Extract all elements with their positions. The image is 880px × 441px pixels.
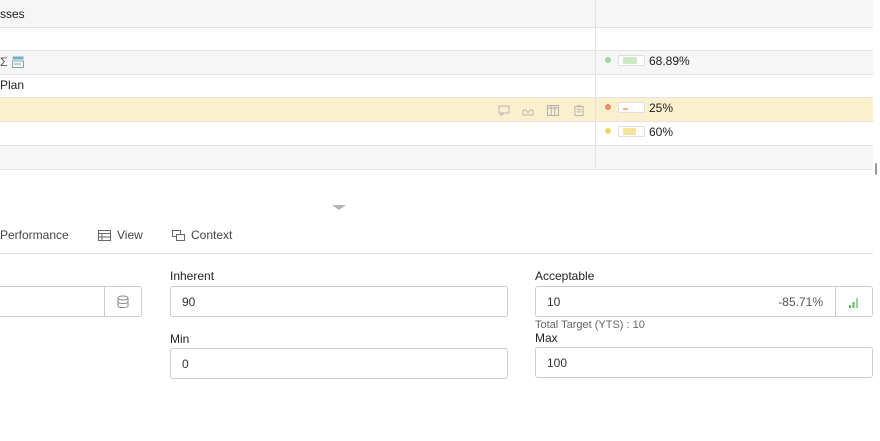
- inherent-value: 90: [182, 295, 196, 309]
- name-cell: [0, 98, 596, 121]
- progress-percent: 68.89%: [649, 54, 690, 68]
- max-field[interactable]: 100: [535, 347, 873, 378]
- progress-fill: [623, 57, 637, 64]
- tab-label: View: [117, 228, 143, 242]
- progress-percent: 25%: [649, 101, 674, 115]
- status-cell: [597, 0, 873, 27]
- progress-bar: [618, 126, 645, 137]
- resize-handle[interactable]: [875, 163, 880, 175]
- name-cell: [0, 28, 596, 50]
- row-label: sses: [0, 7, 25, 21]
- status-indicator: [605, 57, 611, 63]
- progress-percent: 60%: [649, 125, 674, 139]
- context-icon: [172, 229, 185, 241]
- table-row[interactable]: Σ 68.89%: [0, 51, 873, 75]
- form-icon[interactable]: [12, 56, 24, 68]
- variance-percent: -85.71%: [778, 295, 823, 309]
- detail-tabs: Performance View Context: [0, 225, 873, 254]
- tab-performance[interactable]: Performance: [0, 228, 69, 242]
- name-cell: Plan: [0, 75, 596, 97]
- acceptable-field[interactable]: 10 -85.71%: [535, 286, 873, 317]
- name-cell: sses: [0, 0, 596, 27]
- table-row[interactable]: Plan: [0, 75, 873, 98]
- database-button[interactable]: [104, 287, 141, 316]
- clipboard-icon[interactable]: [573, 105, 585, 116]
- max-label: Max: [535, 331, 558, 345]
- status-cell: 68.89%: [597, 51, 873, 74]
- min-value: 0: [182, 357, 189, 371]
- acceptable-label: Acceptable: [535, 269, 595, 283]
- max-value: 100: [547, 356, 568, 370]
- signal-bars-icon: [849, 297, 858, 308]
- tab-view[interactable]: View: [98, 228, 143, 242]
- total-target-note: Total Target (YTS) : 10: [535, 319, 645, 331]
- name-cell: Σ: [0, 51, 596, 74]
- table-row[interactable]: 25%: [0, 98, 873, 122]
- collapse-arrow-icon[interactable]: [332, 205, 346, 210]
- comment-icon[interactable]: [498, 105, 510, 116]
- name-cell: [0, 122, 596, 145]
- columns-icon[interactable]: [547, 105, 559, 116]
- status-cell: 25%: [597, 98, 873, 121]
- progress-fill: [623, 108, 628, 110]
- tab-context[interactable]: Context: [172, 228, 232, 242]
- min-label: Min: [170, 332, 190, 346]
- inherent-label: Inherent: [170, 269, 215, 283]
- tab-label: Context: [191, 228, 233, 242]
- status-indicator: [605, 128, 611, 134]
- database-icon: [117, 295, 128, 308]
- chart-button[interactable]: [835, 287, 872, 316]
- status-cell: 60%: [597, 122, 873, 145]
- status-cell: [597, 146, 873, 169]
- name-cell: [0, 146, 596, 169]
- tab-label: Performance: [0, 228, 69, 242]
- min-field[interactable]: 0: [170, 348, 508, 379]
- table-row[interactable]: [0, 28, 873, 51]
- progress-bar: [618, 55, 645, 66]
- status-cell: [597, 75, 873, 97]
- left-field[interactable]: [0, 286, 142, 317]
- view-icon: [98, 229, 111, 241]
- status-cell: [597, 28, 873, 50]
- row-label: Plan: [0, 78, 25, 92]
- table-row[interactable]: [0, 146, 873, 170]
- inbox-icon[interactable]: [522, 105, 534, 116]
- progress-fill: [623, 128, 636, 135]
- inherent-field[interactable]: 90: [170, 286, 508, 317]
- progress-bar: [618, 102, 645, 113]
- table-row[interactable]: 60%: [0, 122, 873, 146]
- status-indicator: [605, 104, 611, 110]
- table-row[interactable]: sses: [0, 0, 873, 28]
- sum-icon[interactable]: Σ: [0, 55, 7, 69]
- acceptable-value: 10: [547, 295, 561, 309]
